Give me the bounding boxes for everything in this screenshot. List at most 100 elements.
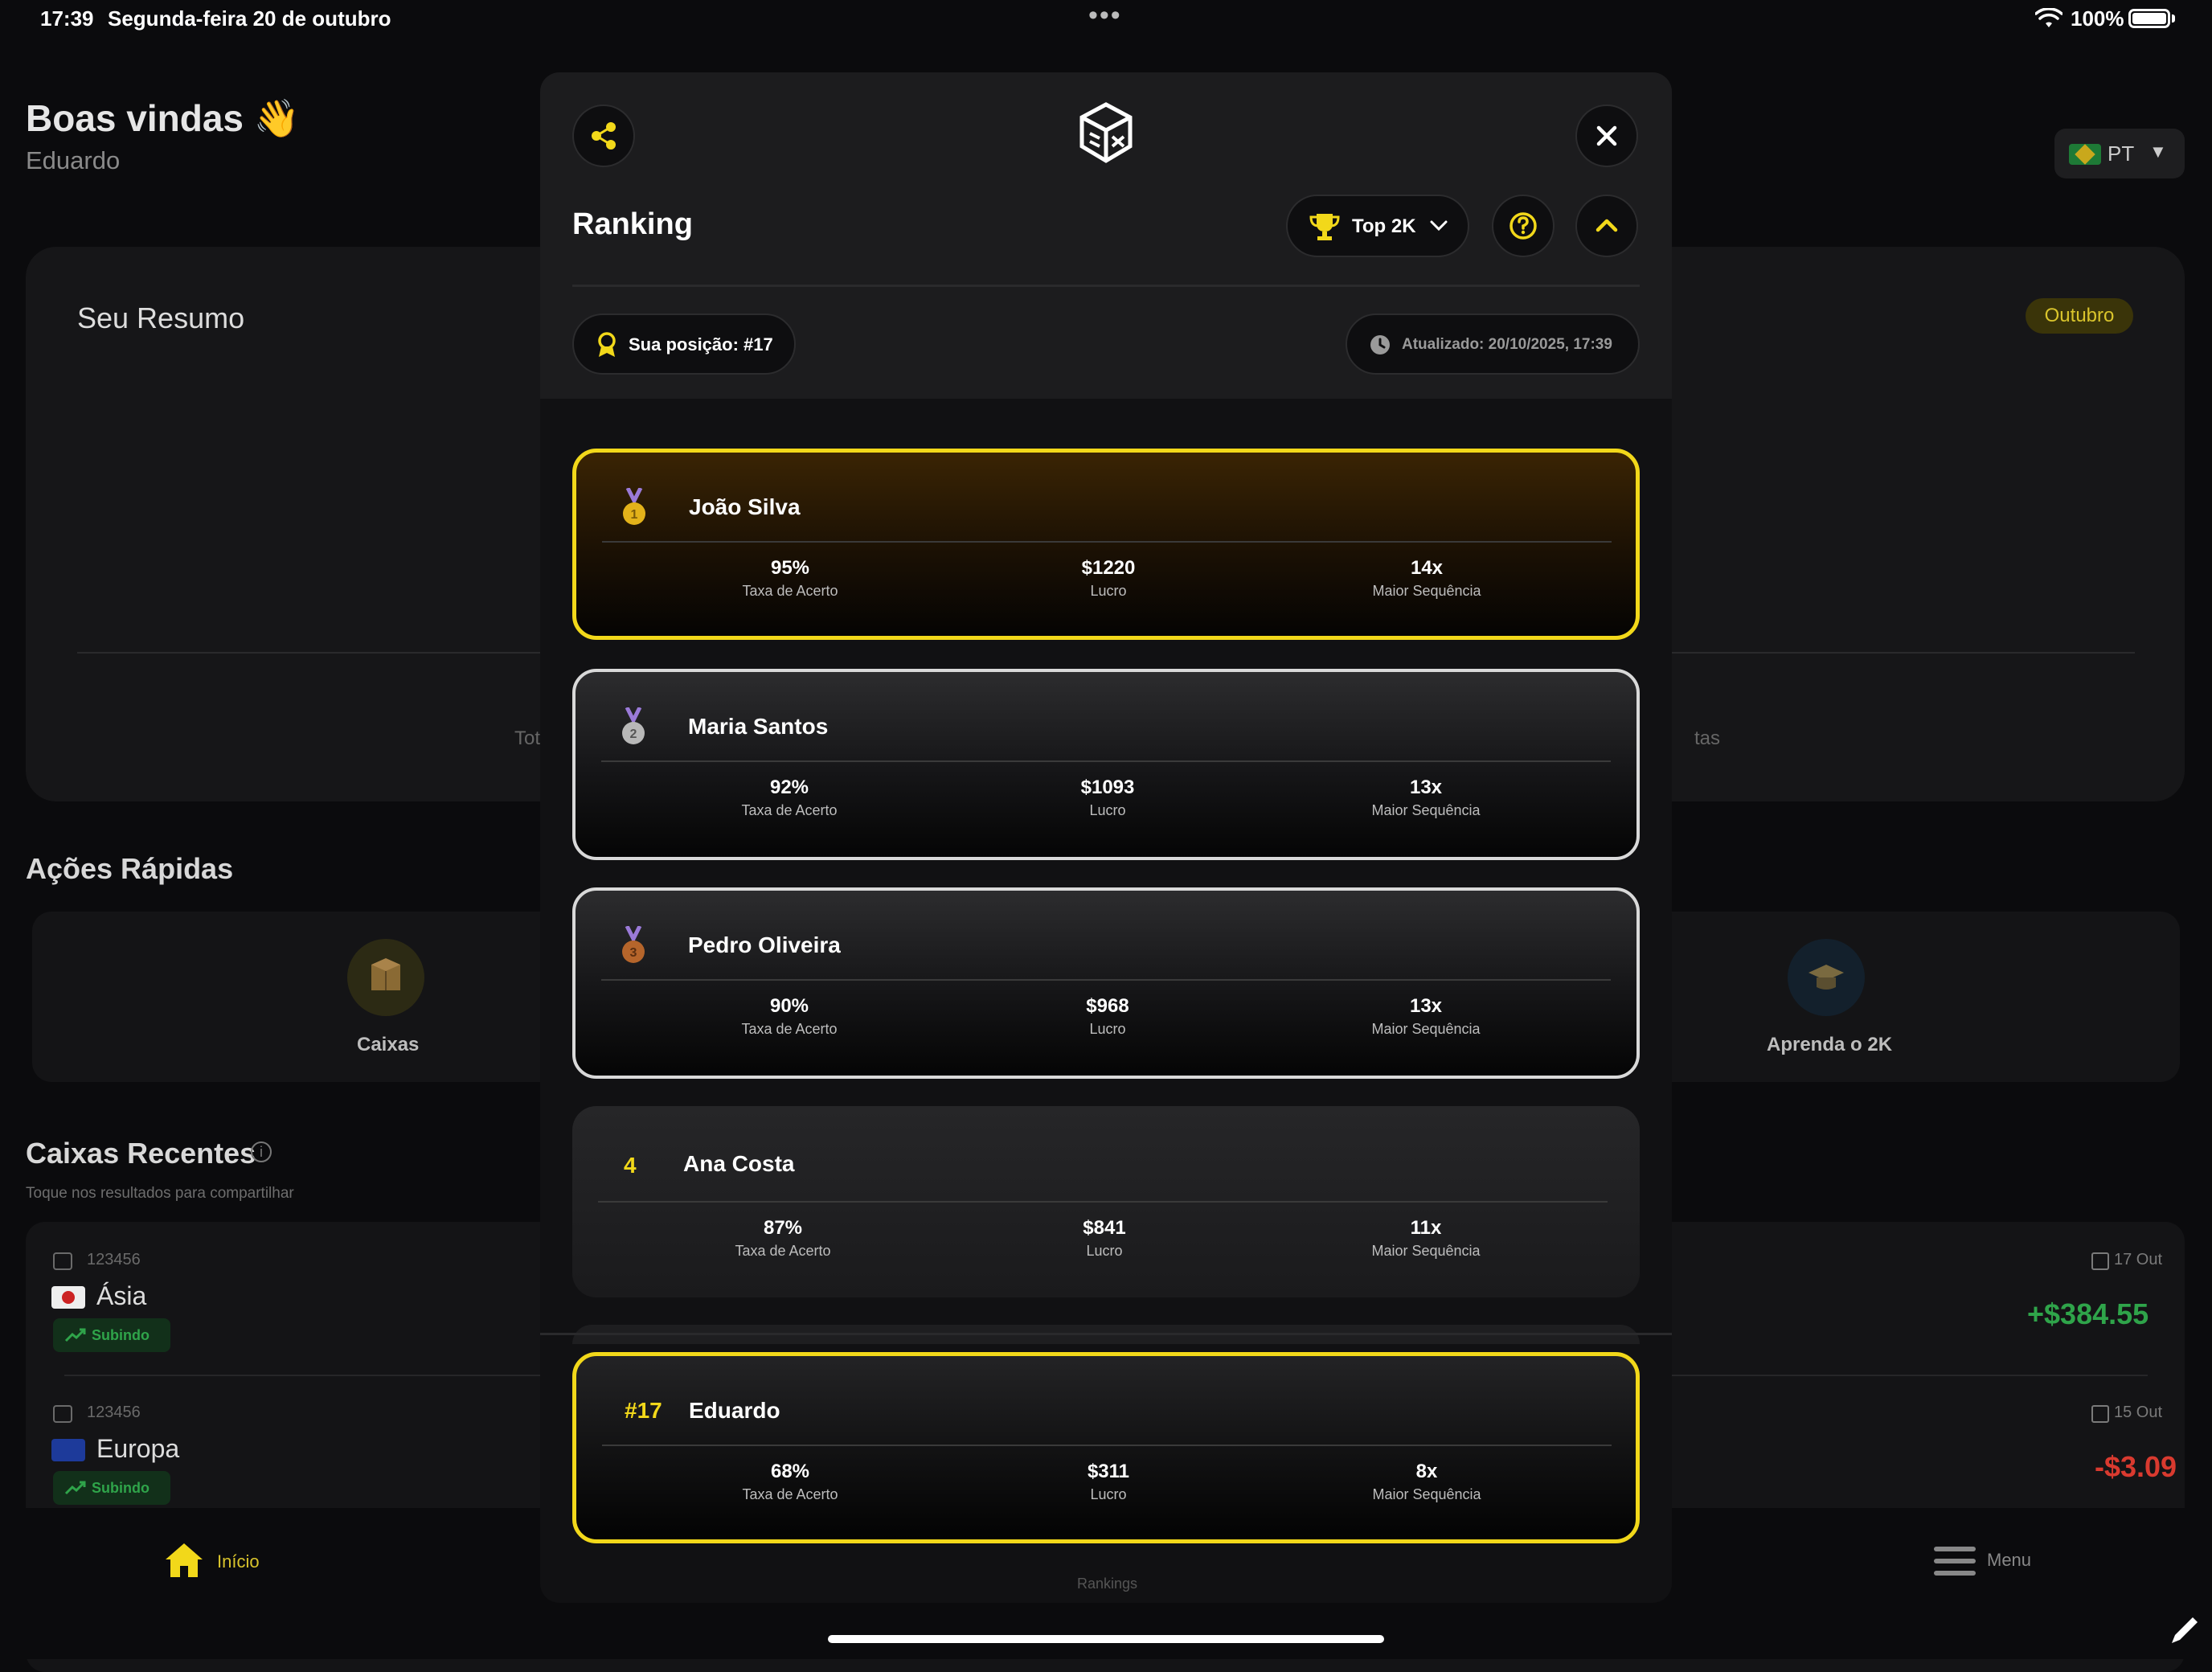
filter-label: Top 2K bbox=[1352, 215, 1416, 237]
share-button[interactable] bbox=[572, 104, 635, 167]
language-selector[interactable]: PT ▼ bbox=[2054, 129, 2185, 178]
box-date: 15 Out bbox=[2114, 1404, 2163, 1421]
profit-label: Lucro bbox=[1089, 802, 1126, 818]
streak-value: 13x bbox=[1409, 995, 1443, 1017]
hit-rate-label: Taxa de Acerto bbox=[741, 1021, 838, 1037]
box-amount[interactable]: +$384.55 bbox=[2027, 1297, 2149, 1331]
streak-value: 14x bbox=[1410, 557, 1444, 579]
hit-rate-label: Taxa de Acerto bbox=[741, 802, 838, 818]
your-position-pill[interactable]: Sua posição: #17 bbox=[572, 314, 796, 375]
wallet-icon bbox=[53, 1252, 72, 1270]
collapse-button[interactable] bbox=[1575, 195, 1638, 257]
calendar-icon bbox=[2091, 1405, 2109, 1423]
info-icon[interactable]: i bbox=[251, 1141, 272, 1162]
tab-home[interactable]: Início bbox=[217, 1551, 260, 1572]
svg-text:2: 2 bbox=[630, 727, 637, 741]
action-aprenda-label[interactable]: Aprenda o 2K bbox=[1767, 1034, 1892, 1056]
box-name[interactable]: Ásia bbox=[96, 1281, 146, 1311]
tab-rankings-label: Rankings bbox=[1077, 1576, 1138, 1592]
row-divider bbox=[601, 760, 1611, 762]
tab-menu[interactable]: Menu bbox=[1987, 1550, 2031, 1571]
player-name: Eduardo bbox=[689, 1398, 780, 1423]
action-caixas-label[interactable]: Caixas bbox=[357, 1034, 419, 1056]
header-divider bbox=[572, 285, 1640, 287]
battery-tip bbox=[2172, 14, 2175, 23]
summary-label-left: Tot bbox=[514, 727, 541, 749]
welcome-heading: Boas vindas 👋 bbox=[26, 97, 301, 139]
menu-icon[interactable] bbox=[1934, 1545, 1976, 1577]
recent-boxes-title: Caixas Recentes bbox=[26, 1137, 256, 1170]
multitasking-dots-icon[interactable]: ••• bbox=[1088, 0, 1122, 31]
updated-pill: Atualizado: 20/10/2025, 17:39 bbox=[1346, 314, 1640, 375]
wallet-icon bbox=[53, 1405, 72, 1423]
row-divider bbox=[602, 1445, 1612, 1446]
profit-label: Lucro bbox=[1086, 1243, 1123, 1259]
rank-number: #17 bbox=[625, 1398, 662, 1423]
close-icon bbox=[1596, 125, 1617, 146]
profit-value: $968 bbox=[1086, 995, 1129, 1017]
ranking-row[interactable]: 4 Ana Costa 87% Taxa de Acerto $841 Lucr… bbox=[572, 1106, 1640, 1297]
hit-rate-label: Taxa de Acerto bbox=[742, 1486, 838, 1502]
your-position-label: Sua posição: #17 bbox=[629, 334, 773, 354]
ranking-modal: Ranking Top 2K Sua posição: #17 Atualiza… bbox=[540, 72, 1672, 1603]
help-button[interactable] bbox=[1492, 195, 1555, 257]
summary-label-right: tas bbox=[1694, 727, 1721, 749]
ranking-row[interactable]: 1 João Silva 95% Taxa de Acerto $1220 Lu… bbox=[572, 449, 1640, 640]
recent-boxes-subtitle: Toque nos resultados para compartilhar bbox=[26, 1185, 294, 1202]
player-name: Pedro Oliveira bbox=[688, 932, 841, 957]
streak-label: Maior Sequência bbox=[1372, 583, 1481, 599]
ranking-filter-dropdown[interactable]: Top 2K bbox=[1286, 195, 1469, 257]
help-icon bbox=[1509, 212, 1537, 240]
status-bar: 17:39 Segunda-feira 20 de outubro ••• 10… bbox=[0, 0, 2212, 40]
status-time: 17:39 bbox=[40, 6, 94, 31]
profit-value: $1220 bbox=[1081, 557, 1136, 579]
language-code: PT bbox=[2108, 141, 2135, 166]
close-button[interactable] bbox=[1575, 104, 1638, 167]
clock-icon bbox=[1370, 335, 1390, 354]
welcome-user-name: Eduardo bbox=[26, 146, 121, 174]
box-icon[interactable] bbox=[347, 939, 424, 1016]
profit-label: Lucro bbox=[1089, 1021, 1126, 1037]
chevron-up-icon bbox=[1596, 219, 1618, 232]
status-date: Segunda-feira 20 de outubro bbox=[108, 6, 391, 31]
trend-up-icon bbox=[64, 1328, 86, 1342]
player-name: Maria Santos bbox=[688, 714, 829, 739]
trophy-icon bbox=[1309, 214, 1340, 240]
bronze-medal-icon: 3 bbox=[622, 926, 645, 963]
current-user-row[interactable]: #17 Eduardo 68% Taxa de Acerto $311 Lucr… bbox=[572, 1352, 1640, 1543]
graduation-cap-icon[interactable] bbox=[1788, 939, 1865, 1016]
caret-down-icon: ▼ bbox=[2149, 141, 2167, 162]
streak-label: Maior Sequência bbox=[1371, 1243, 1481, 1259]
home-icon[interactable] bbox=[164, 1542, 204, 1579]
box-date: 17 Out bbox=[2114, 1251, 2163, 1268]
box-id: 123456 bbox=[87, 1404, 141, 1421]
home-indicator[interactable] bbox=[828, 1635, 1384, 1643]
summary-title: Seu Resumo bbox=[77, 301, 245, 334]
calendar-icon bbox=[2091, 1252, 2109, 1270]
hit-rate-value: 87% bbox=[763, 1217, 803, 1239]
row-divider bbox=[601, 979, 1611, 981]
brazil-flag-icon bbox=[2069, 144, 2101, 165]
hit-rate-value: 92% bbox=[769, 777, 809, 798]
box-name[interactable]: Europa bbox=[96, 1434, 179, 1464]
streak-label: Maior Sequência bbox=[1371, 802, 1481, 818]
streak-label: Maior Sequência bbox=[1372, 1486, 1481, 1502]
row-divider bbox=[598, 1201, 1608, 1203]
pencil-icon[interactable] bbox=[2167, 1613, 2202, 1648]
hit-rate-value: 95% bbox=[770, 557, 810, 579]
eu-flag-icon bbox=[51, 1439, 85, 1461]
chevron-down-icon bbox=[1430, 220, 1448, 232]
box-amount[interactable]: -$3.09 bbox=[2095, 1450, 2177, 1484]
battery-percent: 100% bbox=[2071, 6, 2124, 31]
ranking-row[interactable]: 3 Pedro Oliveira 90% Taxa de Acerto $968… bbox=[572, 887, 1640, 1079]
gold-medal-icon: 1 bbox=[623, 488, 645, 525]
quick-actions-title: Ações Rápidas bbox=[26, 852, 234, 885]
row-divider bbox=[602, 541, 1612, 543]
app-logo-icon bbox=[1079, 102, 1133, 163]
ranking-row[interactable]: 2 Maria Santos 92% Taxa de Acerto $1093 … bbox=[572, 669, 1640, 860]
profit-value: $311 bbox=[1087, 1461, 1130, 1482]
box-id: 123456 bbox=[87, 1251, 141, 1268]
hit-rate-label: Taxa de Acerto bbox=[742, 583, 838, 599]
streak-value: 13x bbox=[1409, 777, 1443, 798]
trend-up-icon bbox=[64, 1481, 86, 1495]
